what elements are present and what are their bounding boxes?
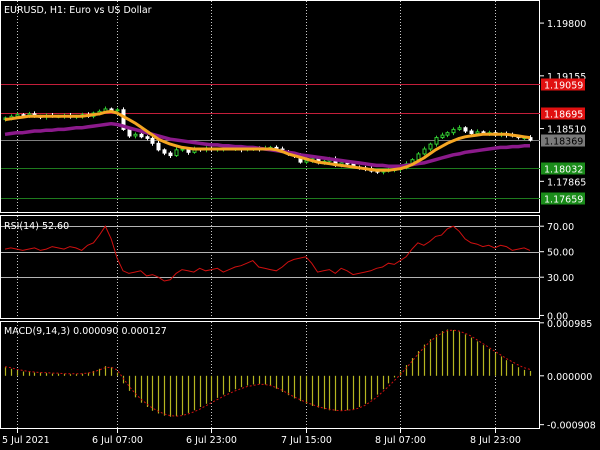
candle-body xyxy=(139,133,144,138)
candle-body xyxy=(180,148,185,151)
candle-body xyxy=(428,143,433,150)
chart-window: 1.198001.191551.185101.17865 1.190591.18… xyxy=(0,0,600,450)
candle-body xyxy=(440,134,445,139)
candle-body xyxy=(434,137,439,145)
candle-body xyxy=(145,136,150,139)
price-tick-label: 1.18510 xyxy=(547,125,586,136)
macd-tick-label: 0.000000 xyxy=(547,372,592,383)
candle-body xyxy=(457,127,462,130)
macd-tick-label: -0.000908 xyxy=(547,421,596,432)
rsi-tick-label: 70.00 xyxy=(547,222,574,233)
candle-body xyxy=(451,128,456,134)
candle-body xyxy=(15,114,20,117)
candle-body xyxy=(150,137,155,144)
price-tick-label: 1.19800 xyxy=(547,19,586,30)
price-tag-label: 1.18369 xyxy=(544,137,583,148)
time-tick-label: 5 Jul 2021 xyxy=(2,435,50,446)
time-tick-label: 8 Jul 23:00 xyxy=(470,435,521,446)
candle-body xyxy=(127,128,132,137)
candle-body xyxy=(133,133,138,137)
price-tick-label: 1.17865 xyxy=(547,177,586,188)
price-tag-label: 1.18032 xyxy=(544,165,583,176)
candle-body xyxy=(168,152,173,157)
candle-body xyxy=(156,142,161,151)
time-tick-label: 8 Jul 07:00 xyxy=(375,435,426,446)
rsi-label: RSI(14) 52.60 xyxy=(4,221,69,232)
rsi-tick-label: 30.00 xyxy=(547,273,574,284)
time-tick-label: 6 Jul 07:00 xyxy=(92,435,143,446)
time-tick-label: 6 Jul 23:00 xyxy=(186,435,237,446)
candle-body xyxy=(162,149,167,154)
candle-body xyxy=(475,131,480,134)
candle-body xyxy=(422,148,427,155)
candle-body xyxy=(445,132,450,136)
candle-body xyxy=(469,130,474,134)
price-tag-label: 1.17659 xyxy=(544,195,583,206)
time-tick-label: 7 Jul 15:00 xyxy=(281,435,332,446)
macd-label: MACD(9,14,3) 0.000090 0.000127 xyxy=(4,326,167,337)
chart-title: EURUSD, H1: Euro vs US Dollar xyxy=(4,5,152,16)
candle-body xyxy=(463,127,468,132)
rsi-tick-label: 50.00 xyxy=(547,248,574,259)
macd-tick-label: 0.000985 xyxy=(547,319,592,330)
candle-body xyxy=(115,109,120,112)
price-tag-label: 1.18695 xyxy=(544,110,583,121)
price-tag-label: 1.19059 xyxy=(544,81,583,92)
candle-body xyxy=(174,149,179,157)
